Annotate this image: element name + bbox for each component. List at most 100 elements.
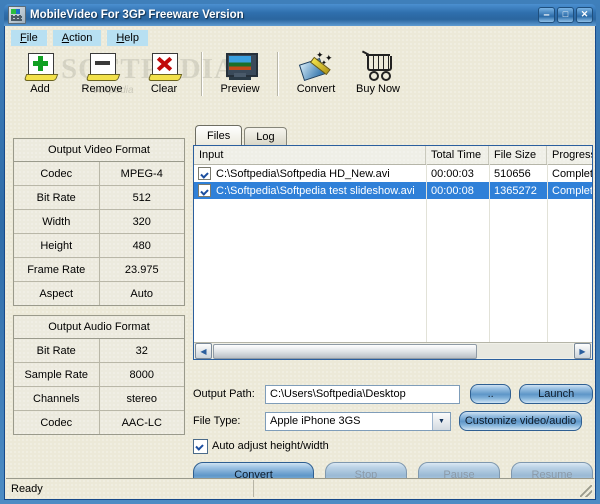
toolbar-label-remove: Remove — [81, 83, 123, 95]
audio-format-row: Bit Rate 32 — [14, 339, 184, 363]
file-list[interactable]: Input Total Time File Size Progress C:\S… — [193, 145, 593, 360]
menu-item-help-rest: elp — [124, 31, 139, 44]
row-progress: Complet... — [552, 184, 592, 197]
video-framerate-value: 23.975 — [99, 258, 184, 281]
title-bar: MobileVideo For 3GP Freeware Version – □… — [4, 4, 596, 26]
row-input-text: C:\Softpedia\Softpedia HD_New.avi — [216, 167, 390, 180]
tab-strip: Files Log — [193, 125, 593, 145]
toolbar-separator-1 — [201, 52, 203, 96]
audio-channels-value: stereo — [99, 387, 184, 410]
scrollbar-thumb[interactable] — [213, 343, 477, 359]
status-text: Ready — [6, 480, 254, 497]
files-pane: Files Log Input Total Time File Size Pro… — [193, 125, 593, 360]
window-controls: – □ ✕ — [538, 7, 593, 23]
client-area: File Action Help SOFTPEDIA softpedia Add… — [4, 26, 596, 500]
audio-channels-key: Channels — [14, 387, 100, 410]
toolbar-button-clear[interactable]: Clear — [133, 52, 195, 95]
video-aspect-value: Auto — [99, 282, 184, 305]
toolbar-button-preview[interactable]: Preview — [209, 52, 271, 95]
output-path-input[interactable]: C:\Users\Softpedia\Desktop — [265, 384, 460, 404]
toolbar-label-add: Add — [30, 83, 50, 95]
video-format-row: Aspect Auto — [14, 282, 184, 305]
application-window: MobileVideo For 3GP Freeware Version – □… — [0, 0, 600, 504]
browse-button[interactable]: .. — [470, 384, 512, 404]
toolbar-button-add[interactable]: Add — [9, 52, 71, 95]
toolbar-button-buy-now[interactable]: Buy Now — [347, 50, 409, 95]
launch-button[interactable]: Launch — [519, 384, 593, 404]
auto-adjust-checkbox[interactable] — [193, 438, 208, 454]
tab-files-label: Files — [207, 129, 231, 142]
audio-codec-key: Codec — [14, 411, 100, 434]
menu-item-help[interactable]: Help — [107, 29, 148, 46]
audio-format-row: Codec AAC-LC — [14, 411, 184, 434]
tab-log[interactable]: Log — [244, 127, 287, 145]
magic-wand-convert-icon: ✦ ✦ ✦ — [298, 51, 333, 82]
video-format-row: Codec MPEG-4 — [14, 162, 184, 186]
chevron-down-icon[interactable]: ▼ — [432, 412, 450, 430]
output-video-format-group: Output Video Format Codec MPEG-4 Bit Rat… — [13, 138, 185, 306]
toolbar-button-remove[interactable]: Remove — [71, 52, 133, 95]
tab-log-label: Log — [256, 130, 275, 143]
add-file-icon — [23, 52, 59, 82]
audio-samplerate-key: Sample Rate — [14, 363, 100, 386]
output-settings-form: Output Path: C:\Users\Softpedia\Desktop … — [193, 383, 593, 455]
column-header-total-time[interactable]: Total Time — [426, 146, 489, 164]
toolbar-button-convert[interactable]: ✦ ✦ ✦ Convert — [285, 51, 347, 96]
table-row[interactable]: C:\Softpedia\Softpedia test slideshow.av… — [194, 182, 592, 199]
customize-video-audio-button[interactable]: Customize video/audio — [459, 411, 582, 431]
video-codec-key: Codec — [14, 162, 100, 185]
remove-file-icon — [85, 52, 121, 82]
menu-item-file[interactable]: File — [11, 29, 47, 46]
auto-adjust-row[interactable]: Auto adjust height/width — [193, 437, 593, 455]
output-path-label: Output Path: — [193, 388, 255, 400]
toolbar-label-preview: Preview — [220, 83, 260, 95]
toolbar-label-buy-now: Buy Now — [355, 83, 401, 95]
video-aspect-key: Aspect — [14, 282, 100, 305]
auto-adjust-label: Auto adjust height/width — [212, 440, 329, 452]
column-header-progress[interactable]: Progress — [547, 146, 592, 164]
output-audio-format-header: Output Audio Format — [14, 316, 184, 339]
close-icon: ✕ — [580, 9, 589, 19]
video-format-row: Bit Rate 512 — [14, 186, 184, 210]
menu-item-action[interactable]: Action — [52, 29, 102, 46]
row-progress: Complet... — [552, 167, 592, 180]
scroll-left-icon[interactable]: ◀ — [195, 343, 212, 359]
column-header-input[interactable]: Input — [194, 146, 426, 164]
video-framerate-key: Frame Rate — [14, 258, 100, 281]
scrollbar-track[interactable] — [477, 344, 573, 358]
maximize-icon: □ — [562, 9, 569, 19]
audio-samplerate-value: 8000 — [99, 363, 184, 386]
video-height-value: 480 — [99, 234, 184, 257]
menu-item-action-rest: ction — [69, 31, 93, 44]
toolbar-label-clear: Clear — [150, 83, 178, 95]
row-total-time: 00:00:03 — [431, 167, 474, 180]
maximize-button[interactable]: □ — [557, 7, 574, 23]
column-header-file-size[interactable]: File Size — [489, 146, 547, 164]
row-file-size: 1365272 — [494, 184, 537, 197]
close-button[interactable]: ✕ — [576, 7, 593, 23]
status-bar: Ready — [6, 478, 594, 498]
row-checkbox[interactable] — [198, 167, 211, 180]
row-file-size: 510656 — [494, 167, 531, 180]
shopping-cart-icon — [361, 50, 394, 82]
horizontal-scrollbar[interactable]: ◀ ▶ — [194, 342, 592, 359]
video-codec-value: MPEG-4 — [99, 162, 184, 185]
resize-grip-icon[interactable] — [580, 485, 592, 497]
format-info-panel: Output Video Format Codec MPEG-4 Bit Rat… — [13, 138, 185, 444]
minimize-button[interactable]: – — [538, 7, 555, 23]
video-format-row: Frame Rate 23.975 — [14, 258, 184, 282]
clear-list-icon — [147, 52, 183, 82]
audio-bitrate-key: Bit Rate — [14, 339, 100, 362]
file-type-select[interactable]: Apple iPhone 3GS ▼ — [265, 411, 451, 431]
table-row[interactable]: C:\Softpedia\Softpedia HD_New.avi 00:00:… — [194, 165, 592, 182]
file-type-value: Apple iPhone 3GS — [270, 415, 361, 427]
row-input-cell: C:\Softpedia\Softpedia test slideshow.av… — [194, 184, 426, 197]
toolbar: SOFTPEDIA softpedia Add Remove Clear Pre… — [9, 49, 591, 108]
row-checkbox[interactable] — [198, 184, 211, 197]
status-cell-2 — [254, 480, 259, 497]
audio-bitrate-value: 32 — [99, 339, 184, 362]
tab-files[interactable]: Files — [195, 125, 243, 145]
video-height-key: Height — [14, 234, 100, 257]
scroll-right-icon[interactable]: ▶ — [574, 343, 591, 359]
video-format-row: Width 320 — [14, 210, 184, 234]
